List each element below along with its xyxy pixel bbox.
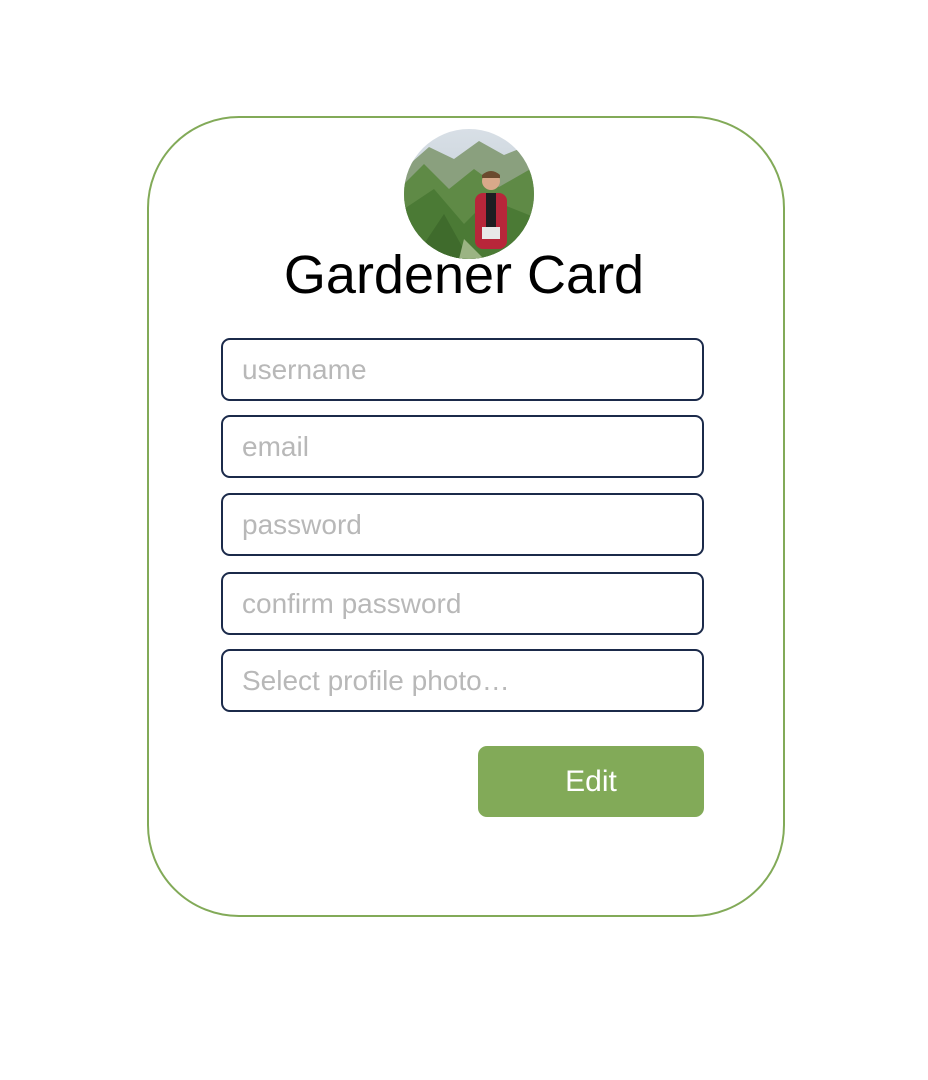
profile-photo-picker[interactable]: Select profile photo…: [221, 649, 704, 712]
email-input[interactable]: [221, 415, 704, 478]
confirm-password-input[interactable]: [221, 572, 704, 635]
profile-photo-icon: [404, 129, 534, 259]
avatar: [404, 129, 534, 259]
username-input[interactable]: [221, 338, 704, 401]
edit-button[interactable]: Edit: [478, 746, 704, 817]
page-title: Gardener Card: [283, 245, 645, 305]
password-input[interactable]: [221, 493, 704, 556]
profile-photo-picker-label: Select profile photo…: [242, 664, 510, 696]
